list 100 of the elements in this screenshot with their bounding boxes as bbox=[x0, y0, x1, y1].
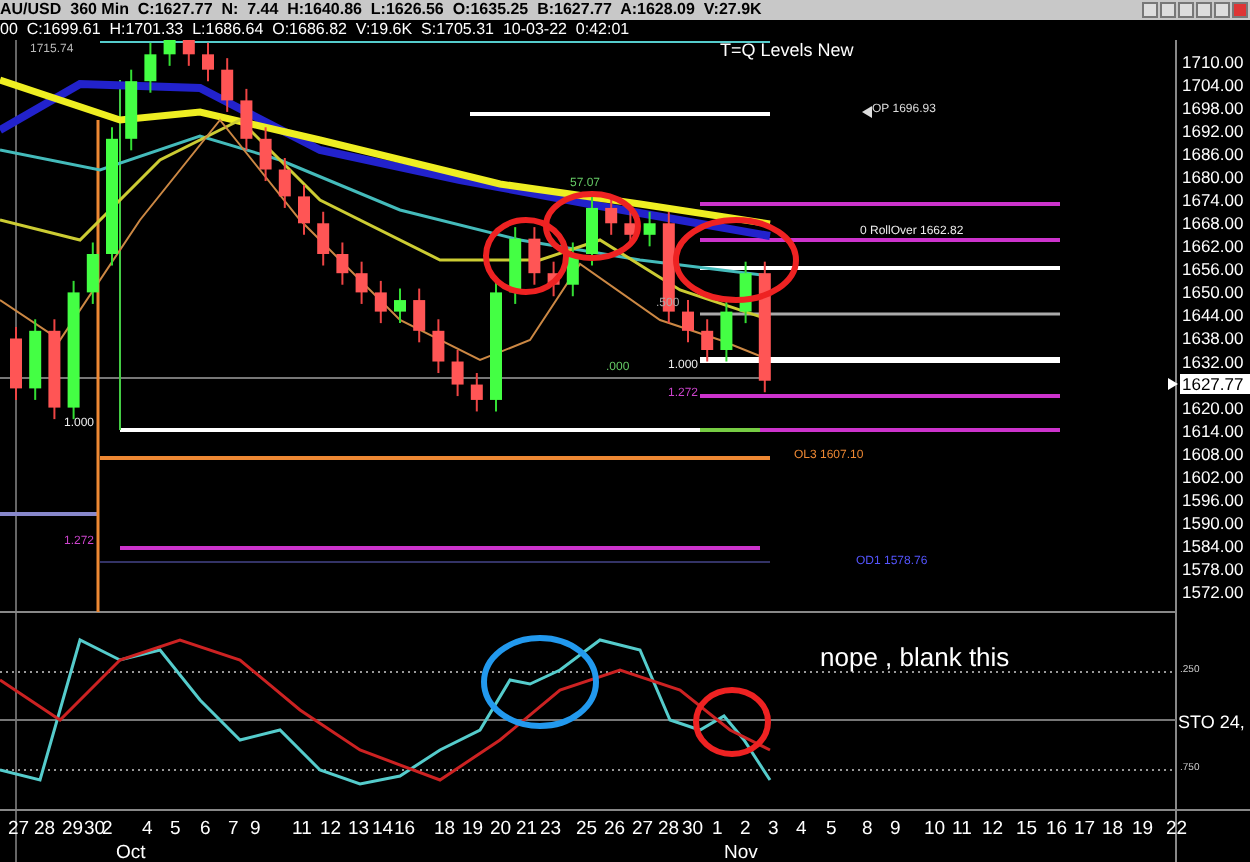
date-label: 4 bbox=[142, 818, 153, 840]
price-label: 1620.00 bbox=[1182, 397, 1244, 418]
date-label: 6 bbox=[200, 818, 211, 840]
candlestick bbox=[336, 241, 349, 286]
candlestick bbox=[163, 40, 176, 67]
date-label: 5 bbox=[826, 818, 837, 840]
date-label: 1 bbox=[712, 818, 723, 840]
price-label: 1662.00 bbox=[1182, 236, 1244, 257]
indicator-label: STO 24, bbox=[1178, 712, 1245, 732]
date-label: 2 bbox=[740, 818, 751, 840]
date-label: 18 bbox=[434, 818, 456, 840]
price-label: 1680.00 bbox=[1182, 167, 1244, 188]
date-label: 23 bbox=[540, 818, 562, 840]
candlestick bbox=[355, 260, 368, 305]
candlestick bbox=[48, 318, 61, 421]
candlestick bbox=[86, 241, 99, 305]
price-label: 1632.00 bbox=[1182, 351, 1244, 372]
candlestick bbox=[605, 195, 618, 236]
quote-text: AU/USD 360 Min C:1627.77 N: 7.44 H:1640.86 L:1626.56 O:1635.25 B:1627.77 A:1628.09 V:27.9K bbox=[0, 0, 762, 20]
price-label: 1572.00 bbox=[1182, 581, 1244, 602]
date-label: 17 bbox=[1074, 818, 1096, 840]
date-label: 16 bbox=[1046, 818, 1068, 840]
date-label: 11 bbox=[292, 818, 312, 840]
date-label: 12 bbox=[320, 818, 342, 840]
price-label: 1638.00 bbox=[1182, 328, 1244, 349]
date-label: 9 bbox=[250, 818, 261, 840]
date-label: 20 bbox=[490, 818, 512, 840]
date-label: 27 bbox=[8, 818, 30, 840]
chart-title: T=Q Levels New bbox=[720, 40, 854, 60]
date-label: 28 bbox=[34, 818, 56, 840]
candlestick bbox=[701, 318, 714, 363]
candlestick bbox=[720, 299, 733, 363]
date-label: 14 bbox=[372, 818, 394, 840]
date-label: 11 bbox=[952, 818, 972, 840]
date-label: 10 bbox=[924, 818, 946, 840]
candlestick bbox=[413, 287, 426, 344]
candlestick bbox=[259, 126, 272, 183]
price-label: 1590.00 bbox=[1182, 512, 1244, 533]
candlestick bbox=[451, 349, 464, 398]
date-label: 16 bbox=[394, 818, 416, 840]
candlestick bbox=[432, 318, 445, 375]
price-label: 1578.00 bbox=[1182, 558, 1244, 579]
candlestick bbox=[106, 126, 118, 267]
price-label: 1704.00 bbox=[1182, 75, 1244, 96]
candlestick bbox=[144, 41, 157, 94]
candlestick bbox=[509, 226, 522, 305]
candlestick bbox=[29, 318, 42, 401]
price-label: 1650.00 bbox=[1182, 282, 1244, 303]
date-label: 28 bbox=[658, 818, 680, 840]
candlestick bbox=[643, 210, 656, 248]
candlestick bbox=[10, 325, 22, 401]
date-label: 2 bbox=[102, 818, 113, 840]
candlestick bbox=[739, 260, 752, 325]
annotation-circle bbox=[543, 191, 641, 261]
price-label: 1668.00 bbox=[1182, 213, 1244, 234]
candlestick bbox=[278, 157, 291, 209]
price-label: 1614.00 bbox=[1182, 420, 1244, 441]
annotation-circle bbox=[483, 217, 569, 295]
price-label: 1584.00 bbox=[1182, 535, 1244, 556]
candlestick bbox=[221, 57, 234, 113]
candlestick bbox=[67, 279, 80, 421]
date-label: 30 bbox=[84, 818, 106, 840]
date-label: 19 bbox=[462, 818, 484, 840]
price-label: 1596.00 bbox=[1182, 489, 1244, 510]
candlestick bbox=[182, 40, 195, 67]
date-label: 4 bbox=[796, 818, 807, 840]
date-label: 26 bbox=[604, 818, 626, 840]
note-text: nope , blank this bbox=[820, 642, 1010, 672]
candlestick bbox=[394, 287, 406, 325]
candlestick bbox=[547, 260, 560, 298]
price-label: 1602.00 bbox=[1182, 466, 1244, 487]
price-label: 1698.00 bbox=[1182, 98, 1244, 119]
price-label: 1608.00 bbox=[1182, 443, 1244, 464]
pointer-icon bbox=[1168, 378, 1178, 390]
date-label: 21 bbox=[516, 818, 538, 840]
date-label: 29 bbox=[62, 818, 84, 840]
candlestick bbox=[490, 279, 502, 413]
price-label: 1686.00 bbox=[1182, 144, 1244, 165]
price-label: 1710.00 bbox=[1182, 52, 1244, 72]
date-label: 19 bbox=[1132, 818, 1154, 840]
candlestick bbox=[240, 87, 253, 152]
candlestick bbox=[298, 183, 310, 236]
price-label: 1656.00 bbox=[1182, 259, 1244, 280]
date-label: 12 bbox=[982, 818, 1004, 840]
annotation-circle bbox=[481, 635, 599, 729]
candlestick bbox=[317, 210, 330, 267]
bar-info-text: 00 C:1699.61 H:1701.33 L:1686.64 O:1686.82 V:19.6K S:1705.31 10-03-22 0:42:01 bbox=[0, 20, 630, 38]
price-label: 1692.00 bbox=[1182, 121, 1244, 142]
candlestick bbox=[125, 68, 138, 152]
candlestick bbox=[202, 41, 214, 83]
date-label: 25 bbox=[576, 818, 598, 840]
date-label: 8 bbox=[862, 818, 873, 840]
candlestick bbox=[566, 241, 579, 298]
candlestick bbox=[586, 195, 598, 267]
date-label: 7 bbox=[228, 818, 239, 840]
date-label: 15 bbox=[1016, 818, 1038, 840]
price-label: 1674.00 bbox=[1182, 190, 1244, 211]
candlestick bbox=[374, 279, 387, 325]
date-label: 30 bbox=[682, 818, 704, 840]
month-label: Oct bbox=[116, 842, 146, 862]
